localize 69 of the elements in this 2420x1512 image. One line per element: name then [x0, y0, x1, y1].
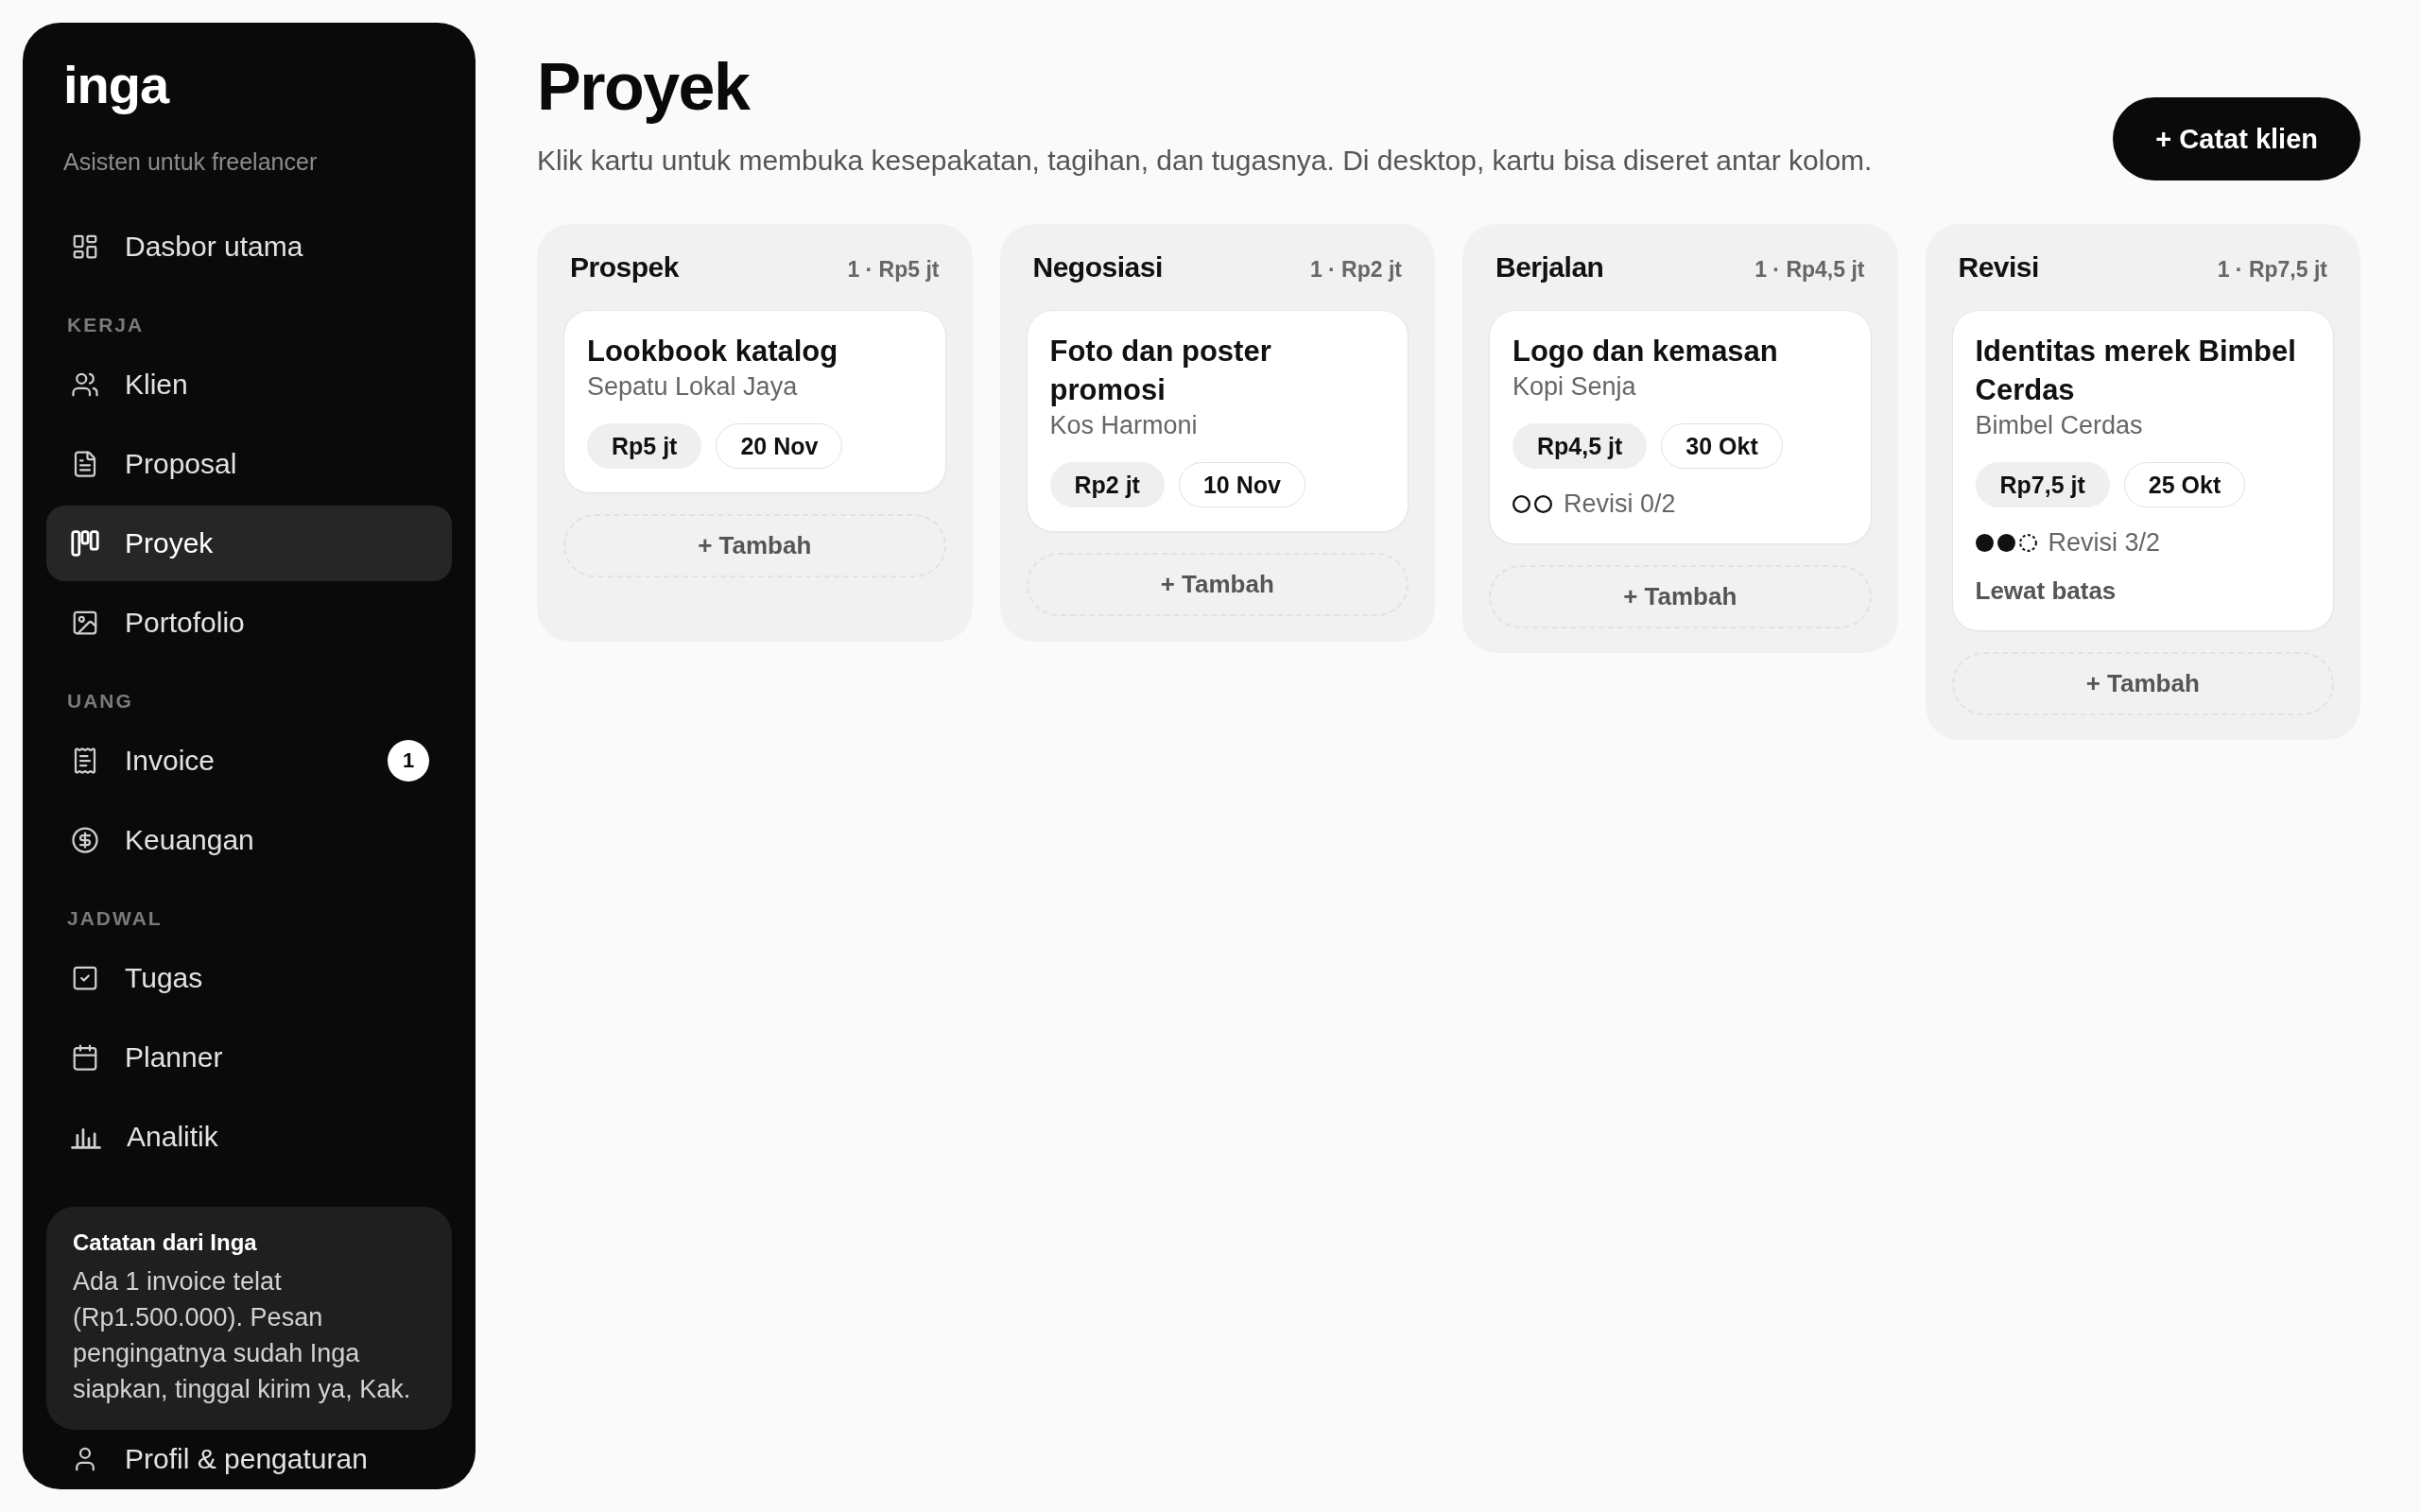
page-subtitle: Klik kartu untuk membuka kesepakatan, tagihan, dan tugasnya. Di desktop, kartu bisa diseret antar kolom.	[537, 144, 1873, 178]
card-title: Foto dan poster promosi	[1049, 334, 1272, 408]
revision-count: Revisi 3/2	[2048, 527, 2161, 558]
dollar-circle-icon	[71, 826, 99, 854]
nav-item[interactable]: Proposal	[46, 426, 452, 502]
add-card-button[interactable]: + Tambah	[1951, 652, 2334, 715]
card-title: Identitas merek Bimbel Cerdas	[1975, 334, 2297, 408]
note-title: Catatan dari Inga	[73, 1228, 258, 1257]
people-icon	[71, 370, 99, 399]
filled-dot-icon	[1975, 533, 1994, 552]
nav-item[interactable]: Portofolio	[46, 585, 452, 661]
due-date-tag: 20 Nov	[716, 423, 843, 469]
section-heading: KERJA	[67, 314, 145, 336]
columns-icon	[71, 530, 99, 557]
dashed-ring-icon	[2018, 533, 2037, 552]
nav-item[interactable]: Analitik	[46, 1099, 452, 1175]
calendar-icon	[71, 1043, 99, 1072]
ring-icon	[1512, 494, 1530, 513]
card-title: Logo dan kemasan	[1512, 334, 1778, 369]
nav-item[interactable]: Tugas	[46, 940, 452, 1016]
add-card-button[interactable]: + Tambah	[1026, 553, 1409, 616]
column-title: Negosiasi	[1032, 250, 1163, 284]
nav-item[interactable]: Klien	[46, 347, 452, 422]
logo-wordmark: inga	[63, 55, 169, 115]
card-title: Lookbook katalog	[587, 334, 838, 369]
due-date-tag: 10 Nov	[1178, 462, 1305, 507]
client-name: Sepatu Lokal Jaya	[587, 371, 798, 403]
filled-dot-icon	[1996, 533, 2015, 552]
client-name: Bimbel Cerdas	[1975, 410, 2143, 441]
column-summary: 1 · Rp4,5 jt	[1754, 256, 1865, 284]
ring-icon	[1534, 494, 1552, 513]
nav-item[interactable]: Keuangan	[46, 802, 452, 878]
budget-tag: Rp2 jt	[1049, 462, 1165, 507]
nav-item[interactable]: Proyek	[46, 506, 452, 581]
due-date-tag: 25 Okt	[2123, 462, 2246, 507]
profile-link[interactable]: Profil & pengaturan	[46, 1435, 452, 1483]
add-card-button[interactable]: + Tambah	[1489, 565, 1872, 628]
project-card[interactable]: Logo dan kemasan Kopi Senja Rp4,5 jt 30 Okt Revisi 0/2	[1489, 310, 1872, 544]
project-card[interactable]: Lookbook katalog Sepatu Lokal Jaya Rp5 jt 20 Nov	[563, 310, 946, 493]
column-summary: 1 · Rp2 jt	[1309, 256, 1402, 284]
budget-tag: Rp4,5 jt	[1512, 423, 1648, 469]
count-badge: 1	[388, 740, 429, 782]
column-title: Revisi	[1958, 250, 2039, 284]
nav-item[interactable]: Dasbor utama	[46, 209, 452, 284]
client-name: Kos Harmoni	[1049, 410, 1198, 441]
column-summary: 1 · Rp5 jt	[847, 256, 940, 284]
page-title: Proyek	[537, 49, 750, 125]
client-name: Kopi Senja	[1512, 371, 1636, 403]
column-title: Berjalan	[1495, 250, 1604, 284]
revision-count: Revisi 0/2	[1564, 489, 1676, 520]
budget-tag: Rp7,5 jt	[1975, 462, 2110, 507]
section-heading: JADWAL	[67, 907, 163, 930]
due-date-tag: 30 Okt	[1661, 423, 1783, 469]
nav-item[interactable]: Invoice 1	[46, 723, 452, 799]
checkbox-icon	[71, 964, 99, 992]
add-card-button[interactable]: + Tambah	[563, 514, 946, 577]
column-summary: 1 · Rp7,5 jt	[2217, 256, 2327, 284]
dashboard-grid-icon	[71, 232, 99, 261]
section-heading: UANG	[67, 690, 133, 713]
nav-item[interactable]: Planner	[46, 1020, 452, 1095]
project-card[interactable]: Foto dan poster promosi Kos Harmoni Rp2 jt 10 Nov	[1026, 310, 1409, 532]
overdue-text: Lewat batas	[1975, 576, 2117, 607]
project-card[interactable]: Identitas merek Bimbel Cerdas Bimbel Cerdas Rp7,5 jt 25 Okt Revisi 3/2 Lewat batas	[1951, 310, 2334, 631]
image-icon	[71, 609, 99, 637]
add-client-button[interactable]: + Catat klien	[2113, 97, 2360, 180]
note-text: Ada 1 invoice telat (Rp1.500.000). Pesan pengingatnya sudah Inga siapkan, tinggal kirim ya, Kak.	[73, 1266, 412, 1405]
tagline: Asisten untuk freelancer	[63, 147, 318, 177]
budget-tag: Rp5 jt	[587, 423, 702, 469]
column-title: Prospek	[570, 250, 679, 284]
